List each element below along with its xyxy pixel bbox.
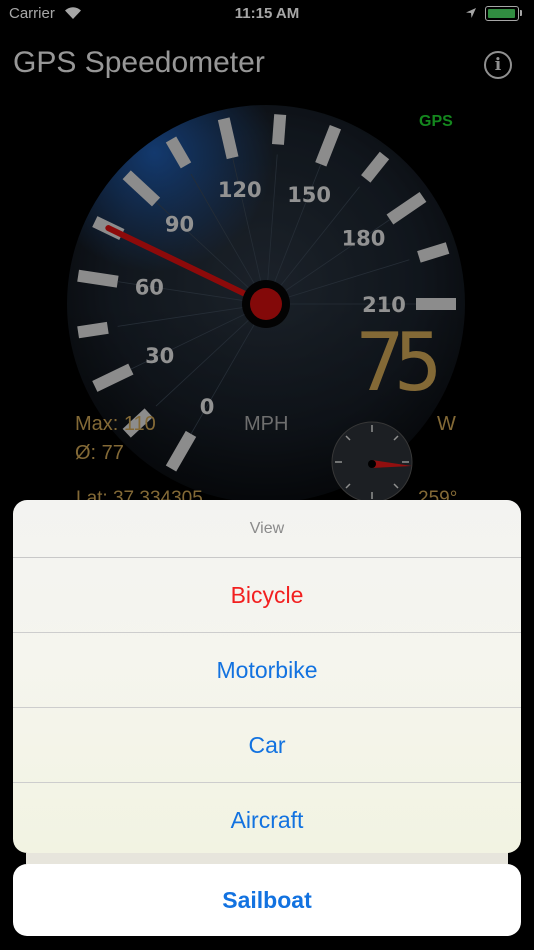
action-car[interactable]: Car [13,708,521,783]
action-aircraft[interactable]: Aircraft [13,783,521,853]
action-motorbike[interactable]: Motorbike [13,633,521,708]
action-sheet-title: View [13,500,521,558]
action-sailboat-button[interactable]: Sailboat [13,864,521,936]
map-background-sliver [26,853,508,864]
view-action-sheet: View Bicycle Motorbike Car Aircraft [13,500,521,853]
action-bicycle[interactable]: Bicycle [13,558,521,633]
